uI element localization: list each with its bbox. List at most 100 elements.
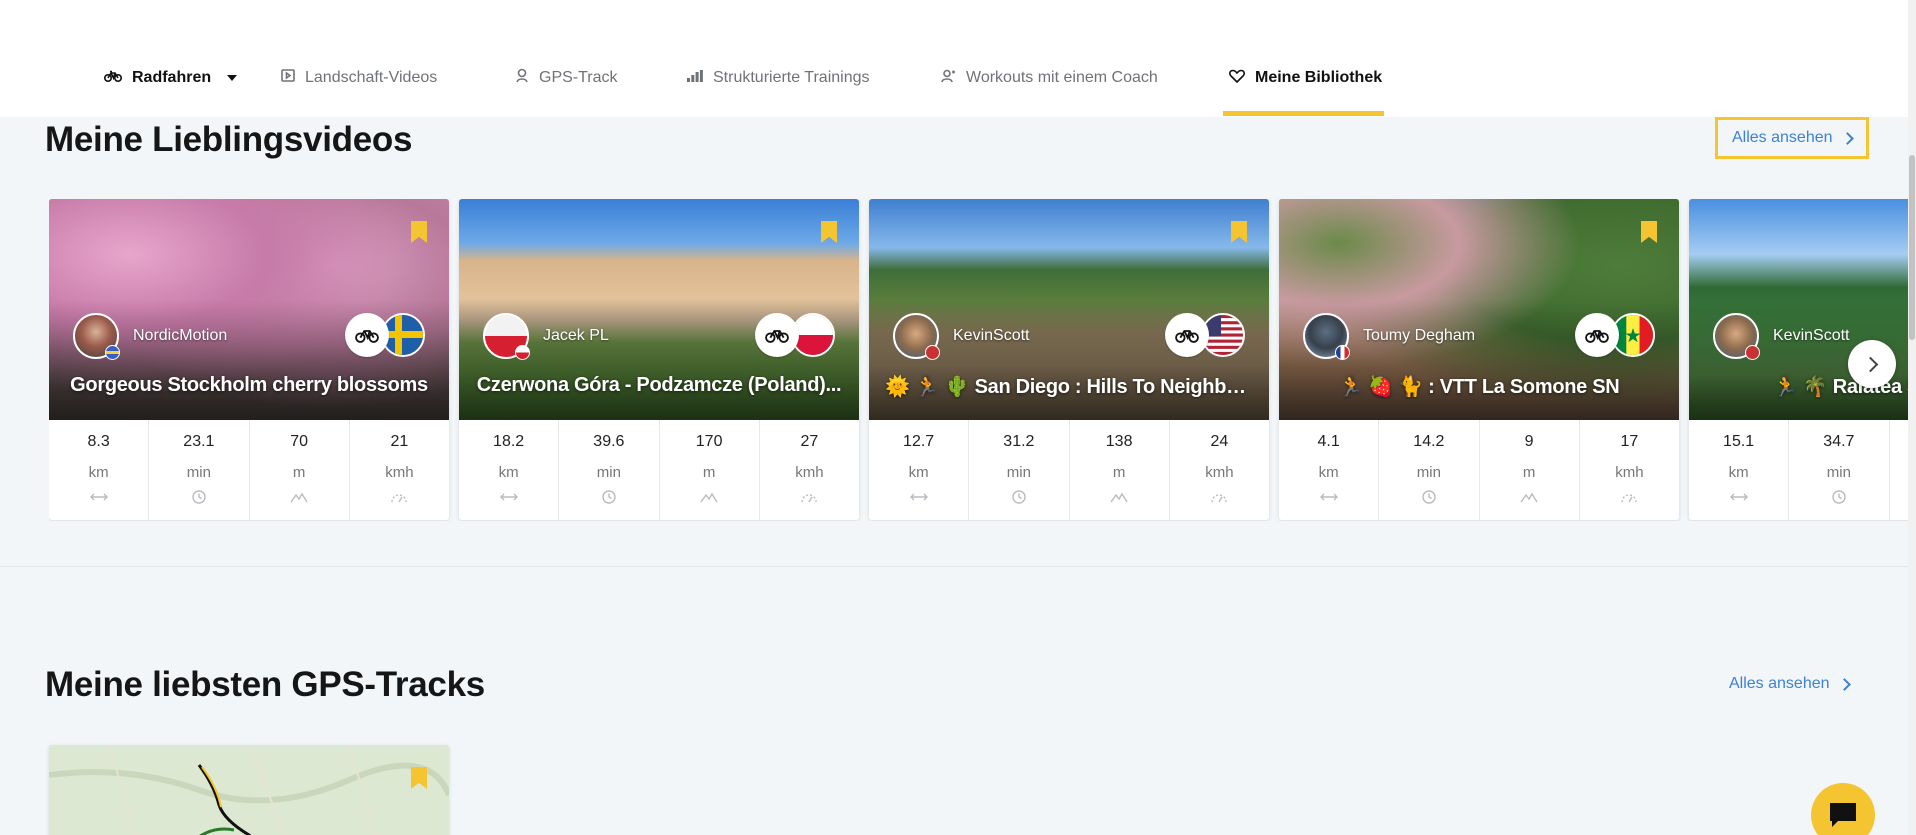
speedometer-icon (1620, 490, 1638, 504)
sport-selector[interactable]: Radfahren (103, 58, 238, 98)
sport-label: Radfahren (132, 69, 212, 86)
section-divider (0, 566, 1908, 567)
tab-label: Landschaft-Videos (305, 69, 438, 86)
avatar (893, 313, 940, 360)
video-badges (1575, 313, 1655, 357)
video-card[interactable]: Jacek PL Czerwona Góra - Podzamcze (Pola… (459, 199, 859, 520)
video-stats: 12.7 km 31.2 min 138 m 24 kmh (869, 420, 1269, 520)
stat-speed: 21 kmh (350, 420, 449, 520)
distance-icon (1319, 490, 1338, 504)
bike-icon (1165, 313, 1209, 357)
page-scrollbar[interactable] (1908, 0, 1916, 835)
stat-distance: 15.1 km (1689, 420, 1790, 520)
author-name: KevinScott (953, 327, 1030, 344)
elevation-icon (1110, 490, 1128, 504)
carousel-next-button[interactable] (1848, 340, 1896, 388)
elevation-icon (1520, 490, 1538, 504)
stat-duration: 31.2 min (969, 420, 1070, 520)
distance-icon (1729, 490, 1748, 504)
distance-icon (499, 490, 518, 504)
chevron-down-icon (227, 75, 238, 81)
video-stats: 4.1 km 14.2 min 9m 17 kmh (1279, 420, 1679, 520)
author-name: NordicMotion (133, 327, 228, 344)
bar-chart-icon (687, 69, 703, 87)
bookmark-icon[interactable] (821, 221, 837, 243)
bike-icon (1575, 313, 1619, 357)
video-thumbnail: Toumy Degham 🏃 🍓 🐈 : VTT La Somone SN (1279, 199, 1679, 420)
tab-landscape-videos[interactable]: Landschaft-Videos (281, 58, 437, 98)
avatar (483, 313, 530, 360)
main-nav: Radfahren Landschaft-Videos GPS-Track St… (0, 0, 1908, 117)
speedometer-icon (390, 490, 408, 504)
chat-icon (1830, 803, 1856, 827)
video-card[interactable]: KevinScott 🌞 🏃 🌵 San Diego : Hills To Ne… (869, 199, 1269, 520)
clock-icon (600, 490, 618, 504)
stat-distance: 4.1 km (1279, 420, 1380, 520)
tab-gps-track[interactable]: GPS-Track (515, 58, 618, 98)
gps-track-card[interactable] (49, 745, 449, 835)
speedometer-icon (1210, 490, 1228, 504)
elevation-icon (700, 490, 718, 504)
video-title: Czerwona Góra - Podzamcze (Poland)... (476, 374, 842, 396)
clock-icon (190, 490, 208, 504)
tab-coach-workouts[interactable]: Workouts mit einem Coach (941, 58, 1158, 98)
stat-distance: 8.3 km (49, 420, 150, 520)
avatar (73, 313, 120, 360)
stat-duration: 23.1 min (149, 420, 250, 520)
clock-icon (1830, 490, 1848, 504)
stat-elevation: 70 m (250, 420, 350, 520)
stat-distance: 18.2 km (459, 420, 560, 520)
stat-duration: 14.2 min (1379, 420, 1480, 520)
author-name: Jacek PL (543, 327, 609, 344)
see-all-label: Alles ansehen (1729, 675, 1830, 692)
video-title: Gorgeous Stockholm cherry blossoms (70, 374, 428, 396)
see-all-label: Alles ansehen (1732, 129, 1833, 146)
bike-icon (345, 313, 389, 357)
bookmark-icon[interactable] (1231, 221, 1247, 243)
scrollbar-thumb[interactable] (1909, 155, 1915, 340)
avatar (1713, 313, 1760, 360)
video-card[interactable]: NordicMotion Gorgeous Stockholm cherry b… (49, 199, 449, 520)
stat-elevation: 138 m (1070, 420, 1170, 520)
chat-button[interactable] (1811, 783, 1875, 835)
video-stats: 8.3 km 23.1 min 70 m 21 kmh (49, 420, 449, 520)
stat-distance: 12.7 km (869, 420, 970, 520)
video-author: KevinScott (1713, 313, 1849, 360)
stat-duration: 34.7 min (1789, 420, 1890, 520)
video-title: 🏃 🍓 🐈 : VTT La Somone SN (1338, 376, 1620, 398)
tab-label: Meine Bibliothek (1255, 69, 1383, 86)
bookmark-icon[interactable] (1641, 221, 1657, 243)
active-tab-indicator (1223, 111, 1384, 116)
bike-icon (103, 69, 123, 87)
tab-structured-trainings[interactable]: Strukturierte Trainings (687, 58, 870, 98)
video-card[interactable]: Toumy Degham 🏃 🍓 🐈 : VTT La Somone SN 4.… (1279, 199, 1679, 520)
video-title: 🌞 🏃 🌵 San Diego : Hills To Neighborh... (885, 376, 1269, 398)
tab-label: Workouts mit einem Coach (966, 69, 1158, 86)
tab-my-library[interactable]: Meine Bibliothek (1229, 58, 1382, 98)
video-badges (755, 313, 835, 357)
tab-label: Strukturierte Trainings (713, 69, 870, 86)
video-badges (345, 313, 425, 357)
see-all-videos-link[interactable]: Alles ansehen (1715, 117, 1869, 159)
author-name: Toumy Degham (1363, 327, 1476, 344)
see-all-gps-link[interactable]: Alles ansehen (1729, 674, 1851, 694)
map-pin-icon (515, 68, 529, 88)
bookmark-icon[interactable] (411, 221, 427, 243)
stat-elevation: 9m (1480, 420, 1580, 520)
favorites-title: Meine Lieblingsvideos (45, 120, 413, 159)
stat-speed: 24 kmh (1170, 420, 1269, 520)
video-author: Jacek PL (483, 313, 609, 360)
clock-icon (1010, 490, 1028, 504)
clock-icon (1420, 490, 1438, 504)
stat-duration: 39.6 min (559, 420, 660, 520)
distance-icon (909, 490, 928, 504)
coach-icon (941, 69, 956, 88)
heart-icon (1229, 69, 1245, 88)
video-badges (1165, 313, 1245, 357)
video-stats: 15.1 km 34.7 min (1689, 420, 1908, 520)
stat-speed: 17 kmh (1580, 420, 1679, 520)
video-thumbnail: NordicMotion Gorgeous Stockholm cherry b… (49, 199, 449, 420)
stat-speed: 27 kmh (760, 420, 859, 520)
speedometer-icon (800, 490, 818, 504)
stat-elevation (1890, 420, 1909, 520)
